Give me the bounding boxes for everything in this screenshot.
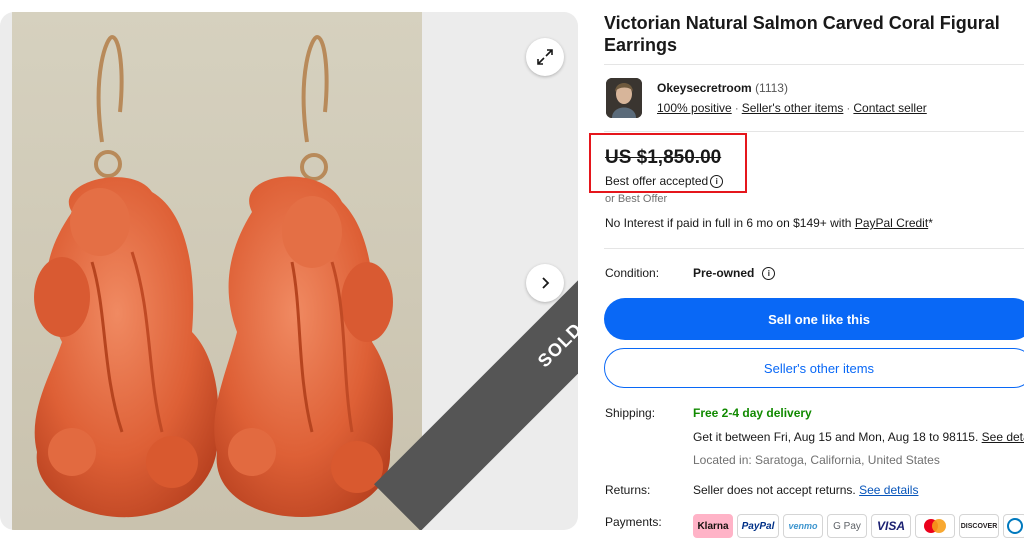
expand-icon — [537, 49, 553, 65]
item-title: Victorian Natural Salmon Carved Coral Fi… — [604, 13, 1000, 55]
shipping-label: Shipping: — [605, 406, 656, 420]
feedback-count: (1113) — [755, 81, 788, 95]
discover-icon: DISCOVER — [959, 514, 999, 538]
delivery-estimate: Get it between Fri, Aug 15 and Mon, Aug … — [693, 430, 1024, 444]
item-location: Located in: Saratoga, California, United… — [693, 453, 940, 467]
returns-text: Seller does not accept returns. — [693, 483, 860, 497]
paypal-credit-link[interactable]: PayPal Credit — [855, 216, 928, 230]
divider — [604, 64, 1024, 65]
paypal-credit-info: No Interest if paid in full in 6 mo on $… — [605, 216, 933, 230]
coral-earrings-image — [12, 12, 422, 530]
best-offer-label: Best offer accepted — [605, 174, 709, 188]
delivery-dates: Get it between Fri, Aug 15 and Mon, Aug … — [693, 430, 982, 444]
seller-links: 100% positive · Seller's other items · Conta… — [657, 101, 927, 115]
expand-image-button[interactable] — [526, 38, 564, 76]
condition-text: Pre-owned — [693, 266, 755, 280]
mastercard-circles — [924, 519, 946, 533]
best-offer-status: Best offer accepted i — [605, 174, 724, 188]
product-photo[interactable] — [12, 12, 422, 530]
next-image-button[interactable] — [526, 264, 564, 302]
credit-suffix: * — [928, 216, 933, 230]
klarna-icon: Klarna — [693, 514, 733, 538]
sell-one-like-this-button[interactable]: Sell one like this — [604, 298, 1024, 340]
contact-seller-link[interactable]: Contact seller — [853, 101, 926, 115]
returns-details-link[interactable]: See details — [859, 483, 918, 497]
returns-info: Seller does not accept returns. See deta… — [693, 483, 918, 497]
sold-label: SOLD — [533, 318, 578, 371]
diners-circle — [1007, 518, 1023, 534]
seller-avatar[interactable] — [606, 78, 642, 118]
shipping-details-link[interactable]: See details — [982, 430, 1024, 444]
image-gallery: SOLD — [0, 12, 578, 530]
venmo-icon: venmo — [783, 514, 823, 538]
payment-methods: Klarna PayPal venmo G Pay VISA DISCOVER — [693, 514, 1024, 538]
seller-other-items-link[interactable]: Seller's other items — [742, 101, 844, 115]
condition-label: Condition: — [605, 266, 660, 280]
visa-icon: VISA — [871, 514, 911, 538]
google-pay-icon: G Pay — [827, 514, 867, 538]
info-icon[interactable]: i — [762, 266, 776, 280]
chevron-right-icon — [542, 277, 550, 289]
diners-club-icon — [1003, 514, 1024, 538]
credit-text: No Interest if paid in full in 6 mo on $… — [605, 216, 855, 230]
seller-name[interactable]: Okeysecretroom — [657, 81, 752, 95]
returns-label: Returns: — [605, 483, 651, 497]
paypal-icon: PayPal — [737, 514, 779, 538]
item-price: US $1,850.00 — [605, 147, 722, 168]
info-icon[interactable]: i — [710, 174, 724, 188]
condition-value: Pre-owned i — [693, 266, 776, 280]
payments-label: Payments: — [605, 515, 662, 529]
avatar-image — [606, 78, 642, 118]
free-delivery-text: Free 2-4 day delivery — [693, 406, 812, 420]
sellers-other-items-button[interactable]: Seller's other items — [604, 348, 1024, 388]
divider — [604, 248, 1024, 249]
or-best-offer: or Best Offer — [605, 193, 668, 205]
seller-info: Okeysecretroom (1113) — [657, 81, 788, 95]
divider — [604, 131, 1024, 132]
mastercard-icon — [915, 514, 955, 538]
positive-feedback-link[interactable]: 100% positive — [657, 101, 732, 115]
